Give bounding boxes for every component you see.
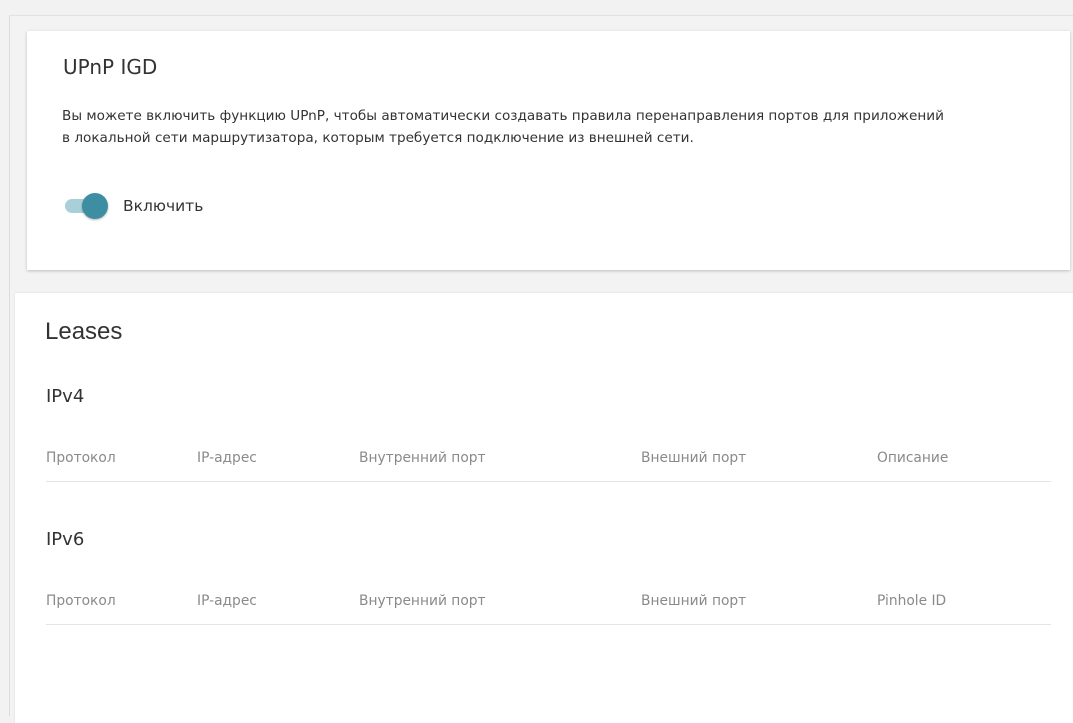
ipv6-column-pinhole-id: Pinhole ID <box>877 593 947 609</box>
upnp-igd-card: UPnP IGD Вы можете включить функцию UPnP… <box>27 31 1070 270</box>
ipv4-column-external-port: Внешний порт <box>641 450 747 466</box>
ipv6-column-ip-address: IP-адрес <box>197 593 257 609</box>
leases-card: Leases IPv4 Протокол IP-адрес Внутренний… <box>15 293 1073 723</box>
ipv6-column-external-port: Внешний порт <box>641 593 747 609</box>
ipv6-column-protocol: Протокол <box>46 593 116 609</box>
ipv4-column-internal-port: Внутренний порт <box>359 450 486 466</box>
ipv4-table-header: Протокол IP-адрес Внутренний порт Внешни… <box>46 437 1051 482</box>
enable-toggle-row: Включить <box>65 192 203 220</box>
ipv4-column-protocol: Протокол <box>46 450 116 466</box>
ipv6-column-internal-port: Внутренний порт <box>359 593 486 609</box>
enable-toggle-label[interactable]: Включить <box>123 197 203 215</box>
ipv6-section-title: IPv6 <box>46 529 85 550</box>
ipv4-section-title: IPv4 <box>46 386 85 407</box>
upnp-title: UPnP IGD <box>63 55 158 79</box>
upnp-description: Вы можете включить функцию UPnP, чтобы а… <box>62 105 1042 149</box>
toggle-knob <box>82 193 108 219</box>
ipv6-table-header: Протокол IP-адрес Внутренний порт Внешни… <box>46 580 1051 625</box>
leases-title: Leases <box>45 318 123 345</box>
upnp-description-line-2: в локальной сети маршрутизатора, которым… <box>62 130 694 146</box>
enable-toggle[interactable] <box>65 192 111 220</box>
ipv4-column-description: Описание <box>877 450 949 466</box>
upnp-description-line-1: Вы можете включить функцию UPnP, чтобы а… <box>62 108 944 124</box>
ipv4-column-ip-address: IP-адрес <box>197 450 257 466</box>
